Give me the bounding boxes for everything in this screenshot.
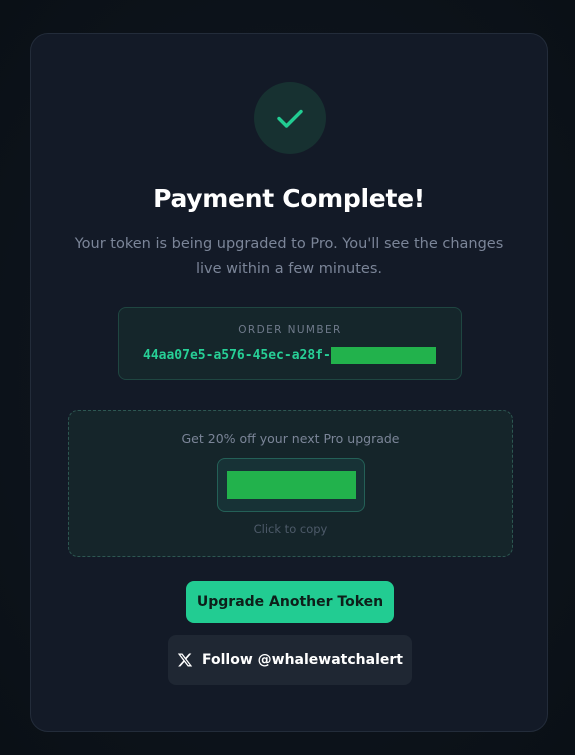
order-number-value[interactable]: 44aa07e5-a576-45ec-a28f- bbox=[143, 346, 436, 364]
order-number-box: ORDER NUMBER 44aa07e5-a576-45ec-a28f- bbox=[118, 307, 462, 380]
promo-code-redaction bbox=[226, 471, 356, 499]
order-number-text: 44aa07e5-a576-45ec-a28f- bbox=[143, 347, 331, 363]
x-logo-icon bbox=[177, 652, 193, 668]
order-number-redaction bbox=[330, 346, 436, 364]
promo-code-copy-button[interactable] bbox=[217, 458, 365, 512]
checkmark-icon bbox=[277, 109, 303, 128]
promo-code-box: Get 20% off your next Pro upgrade Click … bbox=[68, 410, 513, 557]
page-title: Payment Complete! bbox=[153, 184, 425, 213]
click-to-copy-hint: Click to copy bbox=[253, 522, 328, 536]
success-badge bbox=[254, 82, 326, 154]
order-number-label: ORDER NUMBER bbox=[238, 324, 342, 336]
follow-on-x-button[interactable]: Follow @whalewatchalert bbox=[168, 635, 412, 685]
follow-button-label: Follow @whalewatchalert bbox=[202, 652, 403, 668]
success-message: Your token is being upgraded to Pro. You… bbox=[74, 236, 504, 277]
upgrade-another-token-button[interactable]: Upgrade Another Token bbox=[186, 581, 394, 623]
promo-heading: Get 20% off your next Pro upgrade bbox=[181, 431, 400, 446]
payment-success-card: Payment Complete! Your token is being up… bbox=[30, 33, 548, 732]
